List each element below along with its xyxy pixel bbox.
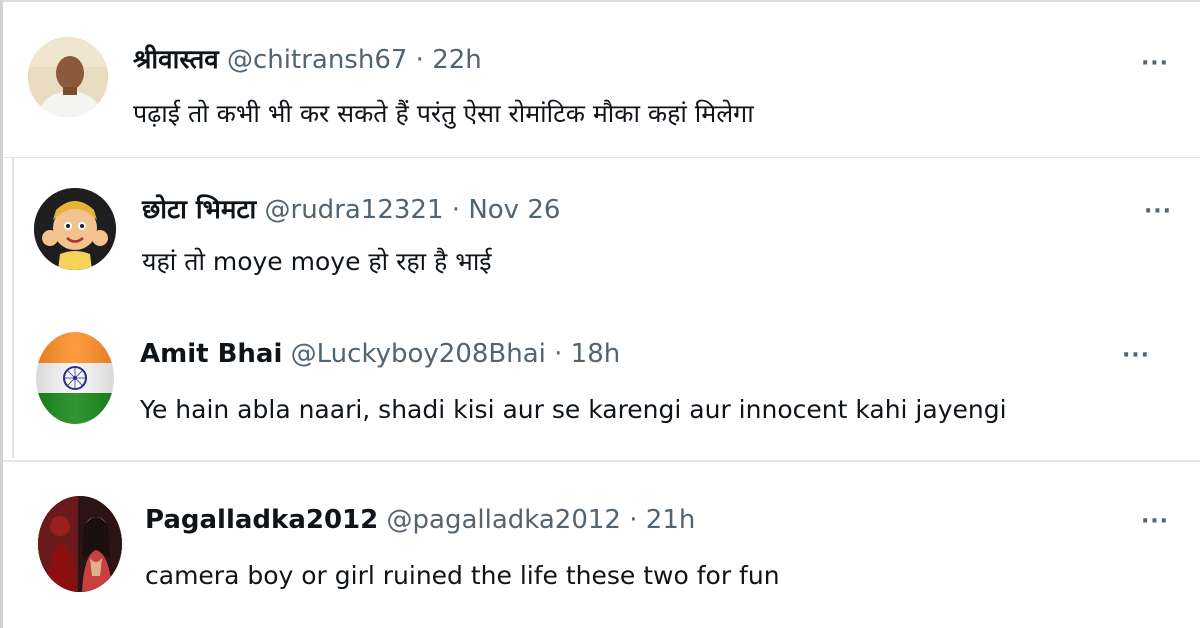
tweet-header: Amit Bhai @Luckyboy208Bhai · 18h bbox=[140, 336, 620, 372]
more-options-icon[interactable]: ··· bbox=[1135, 506, 1175, 536]
user-handle[interactable]: @chitransh67 bbox=[227, 45, 407, 75]
india-flag-avatar bbox=[36, 332, 114, 424]
tweet-card[interactable]: Pagalladka2012 @pagalladka2012 · 21h cam… bbox=[3, 462, 1200, 628]
timestamp[interactable]: 21h bbox=[646, 505, 696, 535]
tweet-header: Pagalladka2012 @pagalladka2012 · 21h bbox=[145, 502, 695, 538]
tweet-text: पढ़ाई तो कभी भी कर सकते हैं परंतु ऐसा रो… bbox=[133, 99, 754, 128]
tweet-text: यहां तो moye moye हो रहा है भाई bbox=[142, 247, 492, 276]
timestamp[interactable]: 18h bbox=[571, 339, 621, 369]
separator-dot: · bbox=[451, 195, 461, 225]
timestamp[interactable]: Nov 26 bbox=[468, 195, 560, 225]
avatar[interactable] bbox=[34, 188, 116, 270]
display-name[interactable]: छोटा भिमटा bbox=[142, 195, 256, 225]
display-name[interactable]: Pagalladka2012 bbox=[145, 505, 378, 535]
tweet-card[interactable]: Amit Bhai @Luckyboy208Bhai · 18h Ye hain… bbox=[14, 312, 1200, 458]
display-name[interactable]: Amit Bhai bbox=[140, 339, 282, 369]
more-options-icon[interactable]: ··· bbox=[1116, 340, 1156, 370]
avatar-image bbox=[34, 188, 116, 270]
avatar-image bbox=[38, 496, 122, 592]
tweet-card[interactable]: श्रीवास्तव @chitransh67 · 22h पढ़ाई तो क… bbox=[3, 2, 1200, 157]
tweet-divider bbox=[3, 157, 1200, 158]
avatar[interactable] bbox=[38, 496, 122, 592]
timestamp[interactable]: 22h bbox=[432, 45, 482, 75]
more-options-icon[interactable]: ··· bbox=[1135, 48, 1175, 78]
avatar[interactable] bbox=[28, 37, 108, 117]
tweet-card[interactable]: छोटा भिमटा @rudra12321 · Nov 26 यहां तो … bbox=[14, 162, 1200, 312]
tweet-text: Ye hain abla naari, shadi kisi aur se ka… bbox=[140, 395, 1007, 424]
user-handle[interactable]: @rudra12321 bbox=[265, 195, 444, 225]
separator-dot: · bbox=[415, 45, 424, 75]
display-name[interactable]: श्रीवास्तव bbox=[133, 45, 219, 75]
tweet-header: छोटा भिमटा @rudra12321 · Nov 26 bbox=[142, 192, 560, 228]
user-handle[interactable]: @pagalladka2012 bbox=[387, 505, 621, 535]
more-options-icon[interactable]: ··· bbox=[1138, 196, 1178, 226]
tweet-text: camera boy or girl ruined the life these… bbox=[145, 561, 780, 590]
separator-dot: · bbox=[554, 339, 563, 369]
separator-dot: · bbox=[629, 505, 638, 535]
tweet-header: श्रीवास्तव @chitransh67 · 22h bbox=[133, 42, 482, 78]
avatar[interactable] bbox=[36, 332, 114, 424]
avatar-image bbox=[28, 37, 108, 117]
user-handle[interactable]: @Luckyboy208Bhai bbox=[291, 339, 546, 369]
